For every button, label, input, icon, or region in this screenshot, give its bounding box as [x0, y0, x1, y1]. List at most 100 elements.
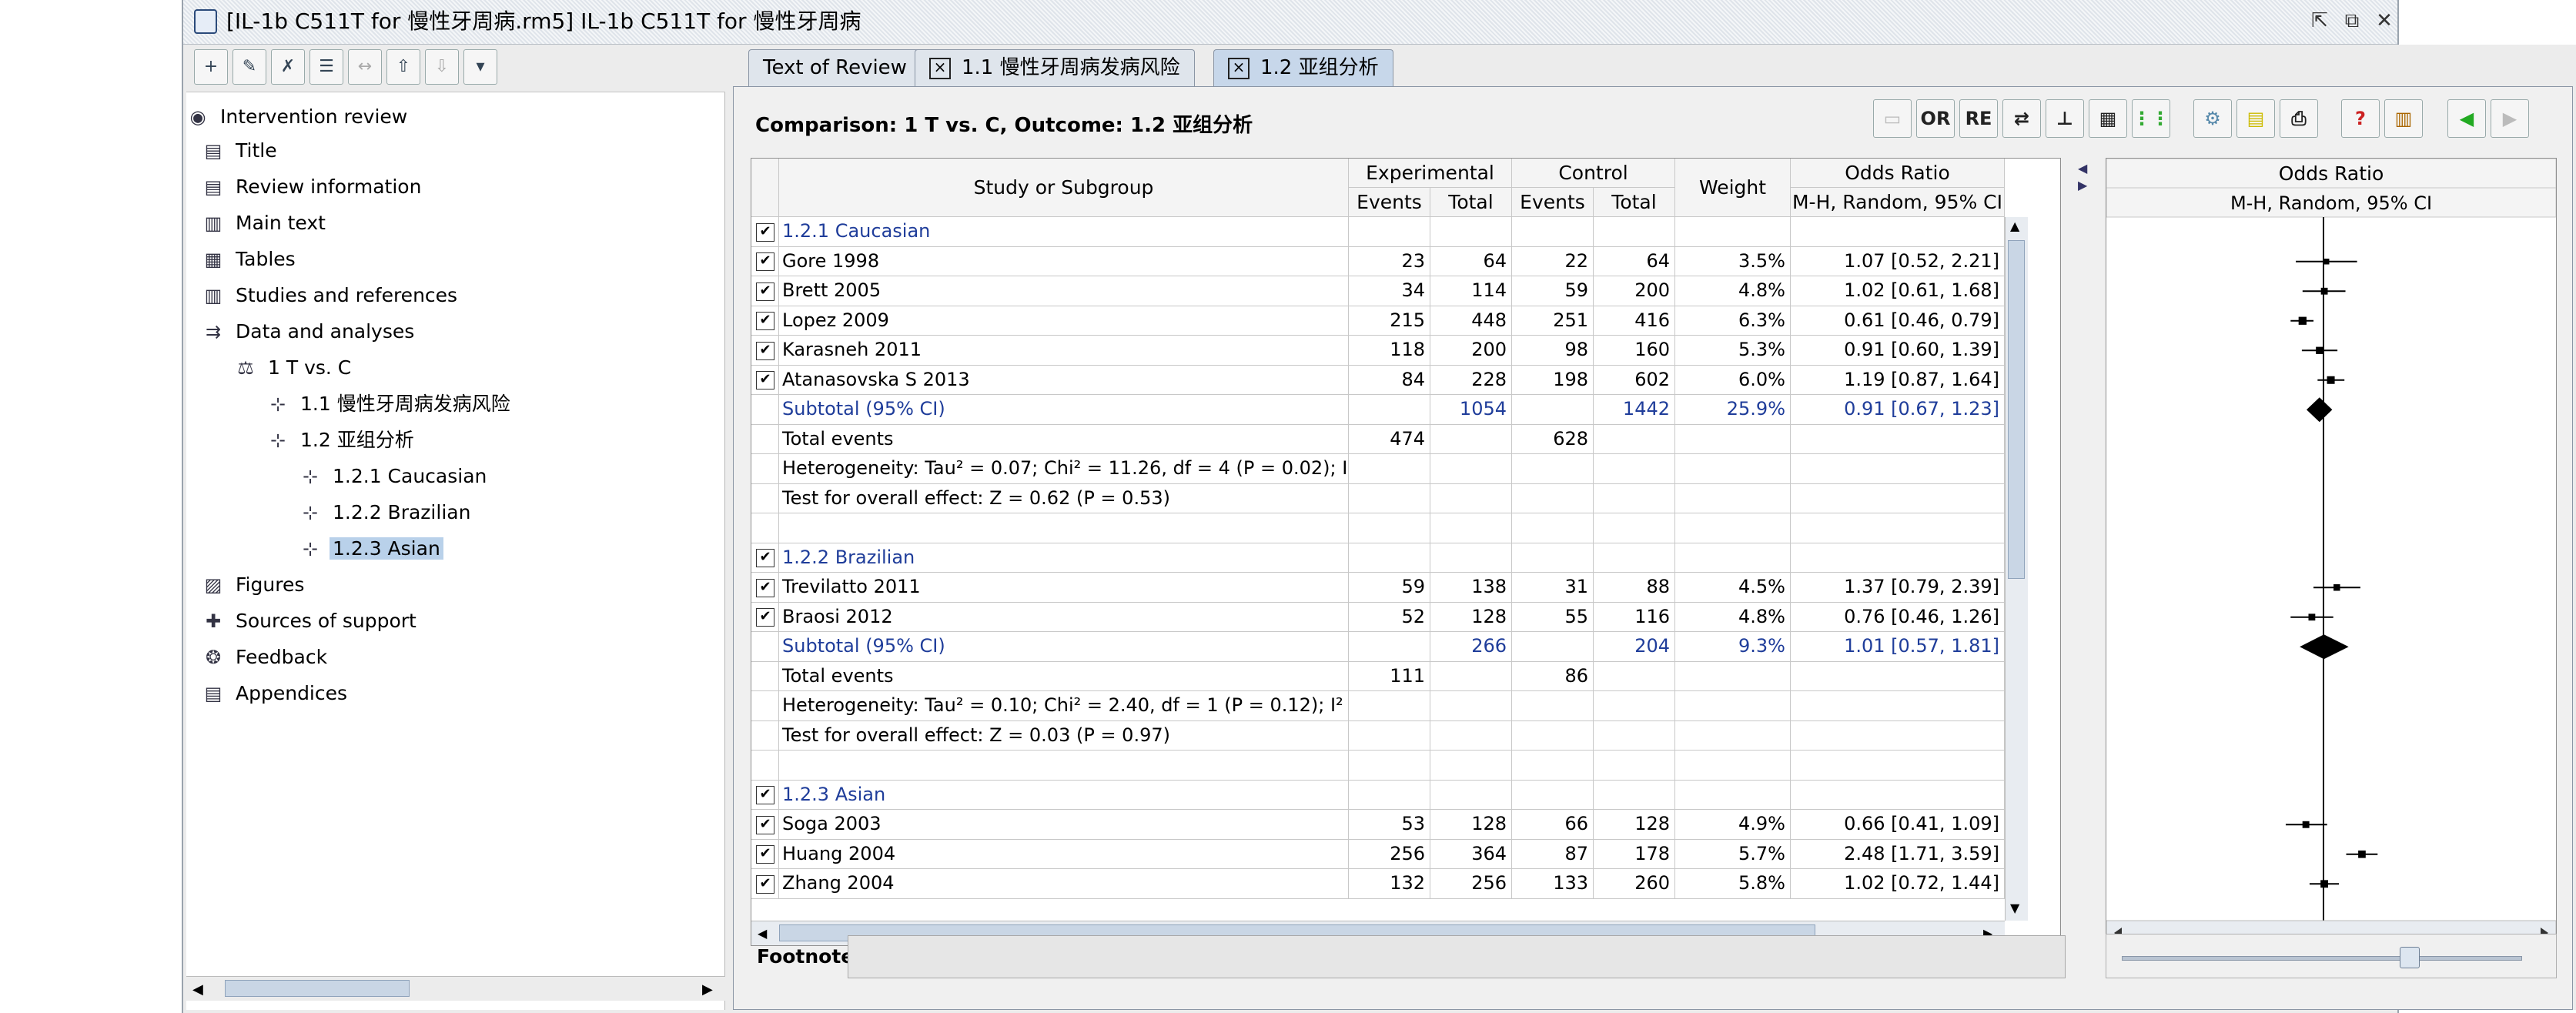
tab-close-icon[interactable]: ×: [1228, 57, 1250, 79]
study-name[interactable]: Lopez 2009: [779, 306, 1349, 336]
include-checkbox[interactable]: ✔: [756, 549, 774, 567]
scroll-up-icon[interactable]: ▲: [2010, 219, 2019, 233]
include-checkbox[interactable]: ✔: [756, 815, 774, 834]
swap-icon[interactable]: ⇄: [2002, 99, 2041, 138]
chart-icon[interactable]: ⊥: [2046, 99, 2084, 138]
forest-icon: ⊹: [302, 466, 319, 487]
include-checkbox[interactable]: ✔: [756, 312, 774, 330]
delete-icon[interactable]: ✗: [271, 49, 305, 85]
tree-item[interactable]: ▥ Studies and references: [202, 279, 460, 313]
study-name[interactable]: Soga 2003: [779, 810, 1349, 840]
dropdown-icon[interactable]: ▾: [463, 49, 497, 85]
row-label[interactable]: 1.2.3 Asian: [779, 781, 1349, 810]
slider-thumb[interactable]: [2400, 947, 2420, 968]
include-checkbox[interactable]: ✔: [756, 874, 774, 894]
restore-icon[interactable]: ⇱: [2307, 8, 2333, 34]
empty-cell: [1512, 484, 1594, 513]
include-checkbox[interactable]: ✔: [756, 282, 774, 301]
tree-item[interactable]: ✚ Sources of support: [202, 604, 420, 638]
weight-cell: 6.0%: [1675, 366, 1791, 395]
add-icon[interactable]: +: [194, 49, 228, 85]
move-up-icon[interactable]: ⇧: [386, 49, 420, 85]
table-vertical-scrollbar[interactable]: ▲ ▼: [2005, 217, 2028, 921]
row-label[interactable]: 1.2.1 Caucasian: [779, 217, 1349, 247]
tab-0[interactable]: Text of Review: [748, 49, 922, 86]
back-arrow-icon[interactable]: ◀: [2447, 99, 2486, 138]
tree-item[interactable]: ▤ Appendices: [202, 677, 350, 710]
collapse-left-icon[interactable]: ◀: [2078, 161, 2087, 176]
footnote-field[interactable]: [848, 935, 2066, 978]
grid-icon[interactable]: ⋮⋮: [2132, 99, 2170, 138]
link-icon[interactable]: ↔: [348, 49, 382, 85]
edit-icon[interactable]: ✎: [233, 49, 266, 85]
include-checkbox[interactable]: ✔: [756, 341, 774, 360]
tree-item[interactable]: ⚖ 1 T vs. C: [234, 351, 354, 385]
random-effects-button[interactable]: RE: [1959, 99, 1998, 138]
row-label[interactable]: 1.2.2 Brazilian: [779, 543, 1349, 573]
forest-icon: ⊹: [269, 430, 286, 451]
include-checkbox[interactable]: ✔: [756, 371, 774, 389]
collapse-right-icon[interactable]: ▶: [2078, 178, 2087, 192]
tree-label: Tables: [236, 248, 296, 270]
move-down-icon[interactable]: ⇩: [425, 49, 459, 85]
study-name[interactable]: Gore 1998: [779, 247, 1349, 276]
settings-icon[interactable]: ⚙: [2193, 99, 2232, 138]
tab-1[interactable]: × 1.1 慢性牙周病发病风险: [915, 49, 1195, 86]
study-name[interactable]: Brett 2005: [779, 276, 1349, 306]
tree-item[interactable]: ▥ Main text: [202, 206, 329, 240]
tree-item[interactable]: ⊹ 1.2.1 Caucasian: [299, 460, 490, 493]
include-checkbox[interactable]: ✔: [756, 578, 774, 597]
row-checkbox-cell: ✔: [751, 336, 779, 366]
study-name[interactable]: Atanasovska S 2013: [779, 366, 1349, 395]
close-icon[interactable]: ✕: [2371, 8, 2397, 34]
include-checkbox[interactable]: ✔: [756, 786, 774, 804]
vertical-scroll-thumb[interactable]: [2008, 240, 2025, 579]
tree-item[interactable]: ⊹ 1.2.3 Asian: [299, 532, 443, 566]
odds-ratio-button[interactable]: OR: [1916, 99, 1955, 138]
e-total-cell: 266: [1430, 632, 1512, 662]
tree-item[interactable]: ▦ Tables: [202, 242, 299, 276]
study-name[interactable]: Huang 2004: [779, 840, 1349, 869]
tree-item[interactable]: ▨ Figures: [202, 568, 307, 602]
tree-item[interactable]: ⊹ 1.1 慢性牙周病发病风险: [266, 387, 514, 421]
tree-item[interactable]: ⇉ Data and analyses: [202, 315, 417, 349]
tree-item[interactable]: ❂ Feedback: [202, 640, 330, 674]
scroll-down-icon[interactable]: ▼: [2010, 901, 2019, 915]
tree-item[interactable]: ⊹ 1.2 亚组分析: [266, 423, 417, 457]
book-icon[interactable]: ▥: [2384, 99, 2423, 138]
calculator-icon[interactable]: ▦: [2089, 99, 2127, 138]
include-checkbox[interactable]: ✔: [756, 608, 774, 627]
scroll-left-icon[interactable]: ◀: [192, 981, 203, 998]
horizontal-scrollbar[interactable]: ◀ ▶: [186, 976, 725, 1001]
print-icon[interactable]: ⎙: [2280, 99, 2318, 138]
study-name[interactable]: Zhang 2004: [779, 869, 1349, 899]
study-name[interactable]: Braosi 2012: [779, 603, 1349, 632]
tree-item[interactable]: ▤ Title: [202, 134, 280, 168]
tree-item[interactable]: ⊹ 1.2.2 Brazilian: [299, 496, 473, 530]
include-checkbox[interactable]: ✔: [756, 222, 774, 242]
tab-2[interactable]: × 1.2 亚组分析: [1213, 49, 1393, 86]
maximize-icon[interactable]: ⧉: [2339, 8, 2365, 34]
note-icon[interactable]: ▤: [2236, 99, 2275, 138]
tab-close-icon[interactable]: ×: [929, 57, 951, 79]
include-checkbox[interactable]: ✔: [756, 252, 774, 271]
document-icon[interactable]: ▭: [1873, 99, 1912, 138]
study-name[interactable]: Trevilatto 2011: [779, 573, 1349, 603]
c-events-cell: 59: [1512, 276, 1594, 306]
row-checkbox-cell: [751, 513, 779, 543]
tree-item[interactable]: ▤ Review information: [202, 170, 424, 204]
scroll-left-icon[interactable]: ◀: [758, 926, 767, 941]
scroll-thumb[interactable]: [225, 980, 410, 997]
plot-subtitle: M-H, Random, 95% CI: [2230, 192, 2432, 214]
tree-root[interactable]: ◉ Intervention review: [186, 100, 410, 134]
plot-zoom-slider[interactable]: [2106, 934, 2557, 978]
empty-cell: [1512, 781, 1594, 810]
or-cell: 1.02 [0.72, 1.44]: [1791, 869, 2005, 899]
forward-arrow-icon[interactable]: ▶: [2491, 99, 2529, 138]
help-icon[interactable]: ?: [2341, 99, 2380, 138]
study-name[interactable]: Karasneh 2011: [779, 336, 1349, 366]
empty-cell: [1675, 751, 1791, 781]
include-checkbox[interactable]: ✔: [756, 845, 774, 864]
scroll-right-icon[interactable]: ▶: [702, 981, 713, 998]
properties-icon[interactable]: ☰: [309, 49, 343, 85]
